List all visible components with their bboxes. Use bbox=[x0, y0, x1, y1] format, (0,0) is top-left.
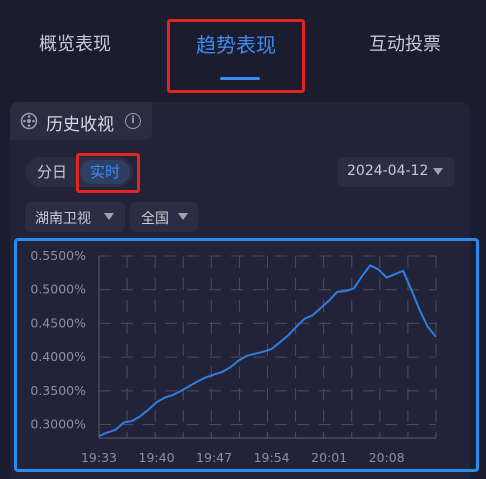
highlight-box-chart bbox=[14, 238, 479, 472]
